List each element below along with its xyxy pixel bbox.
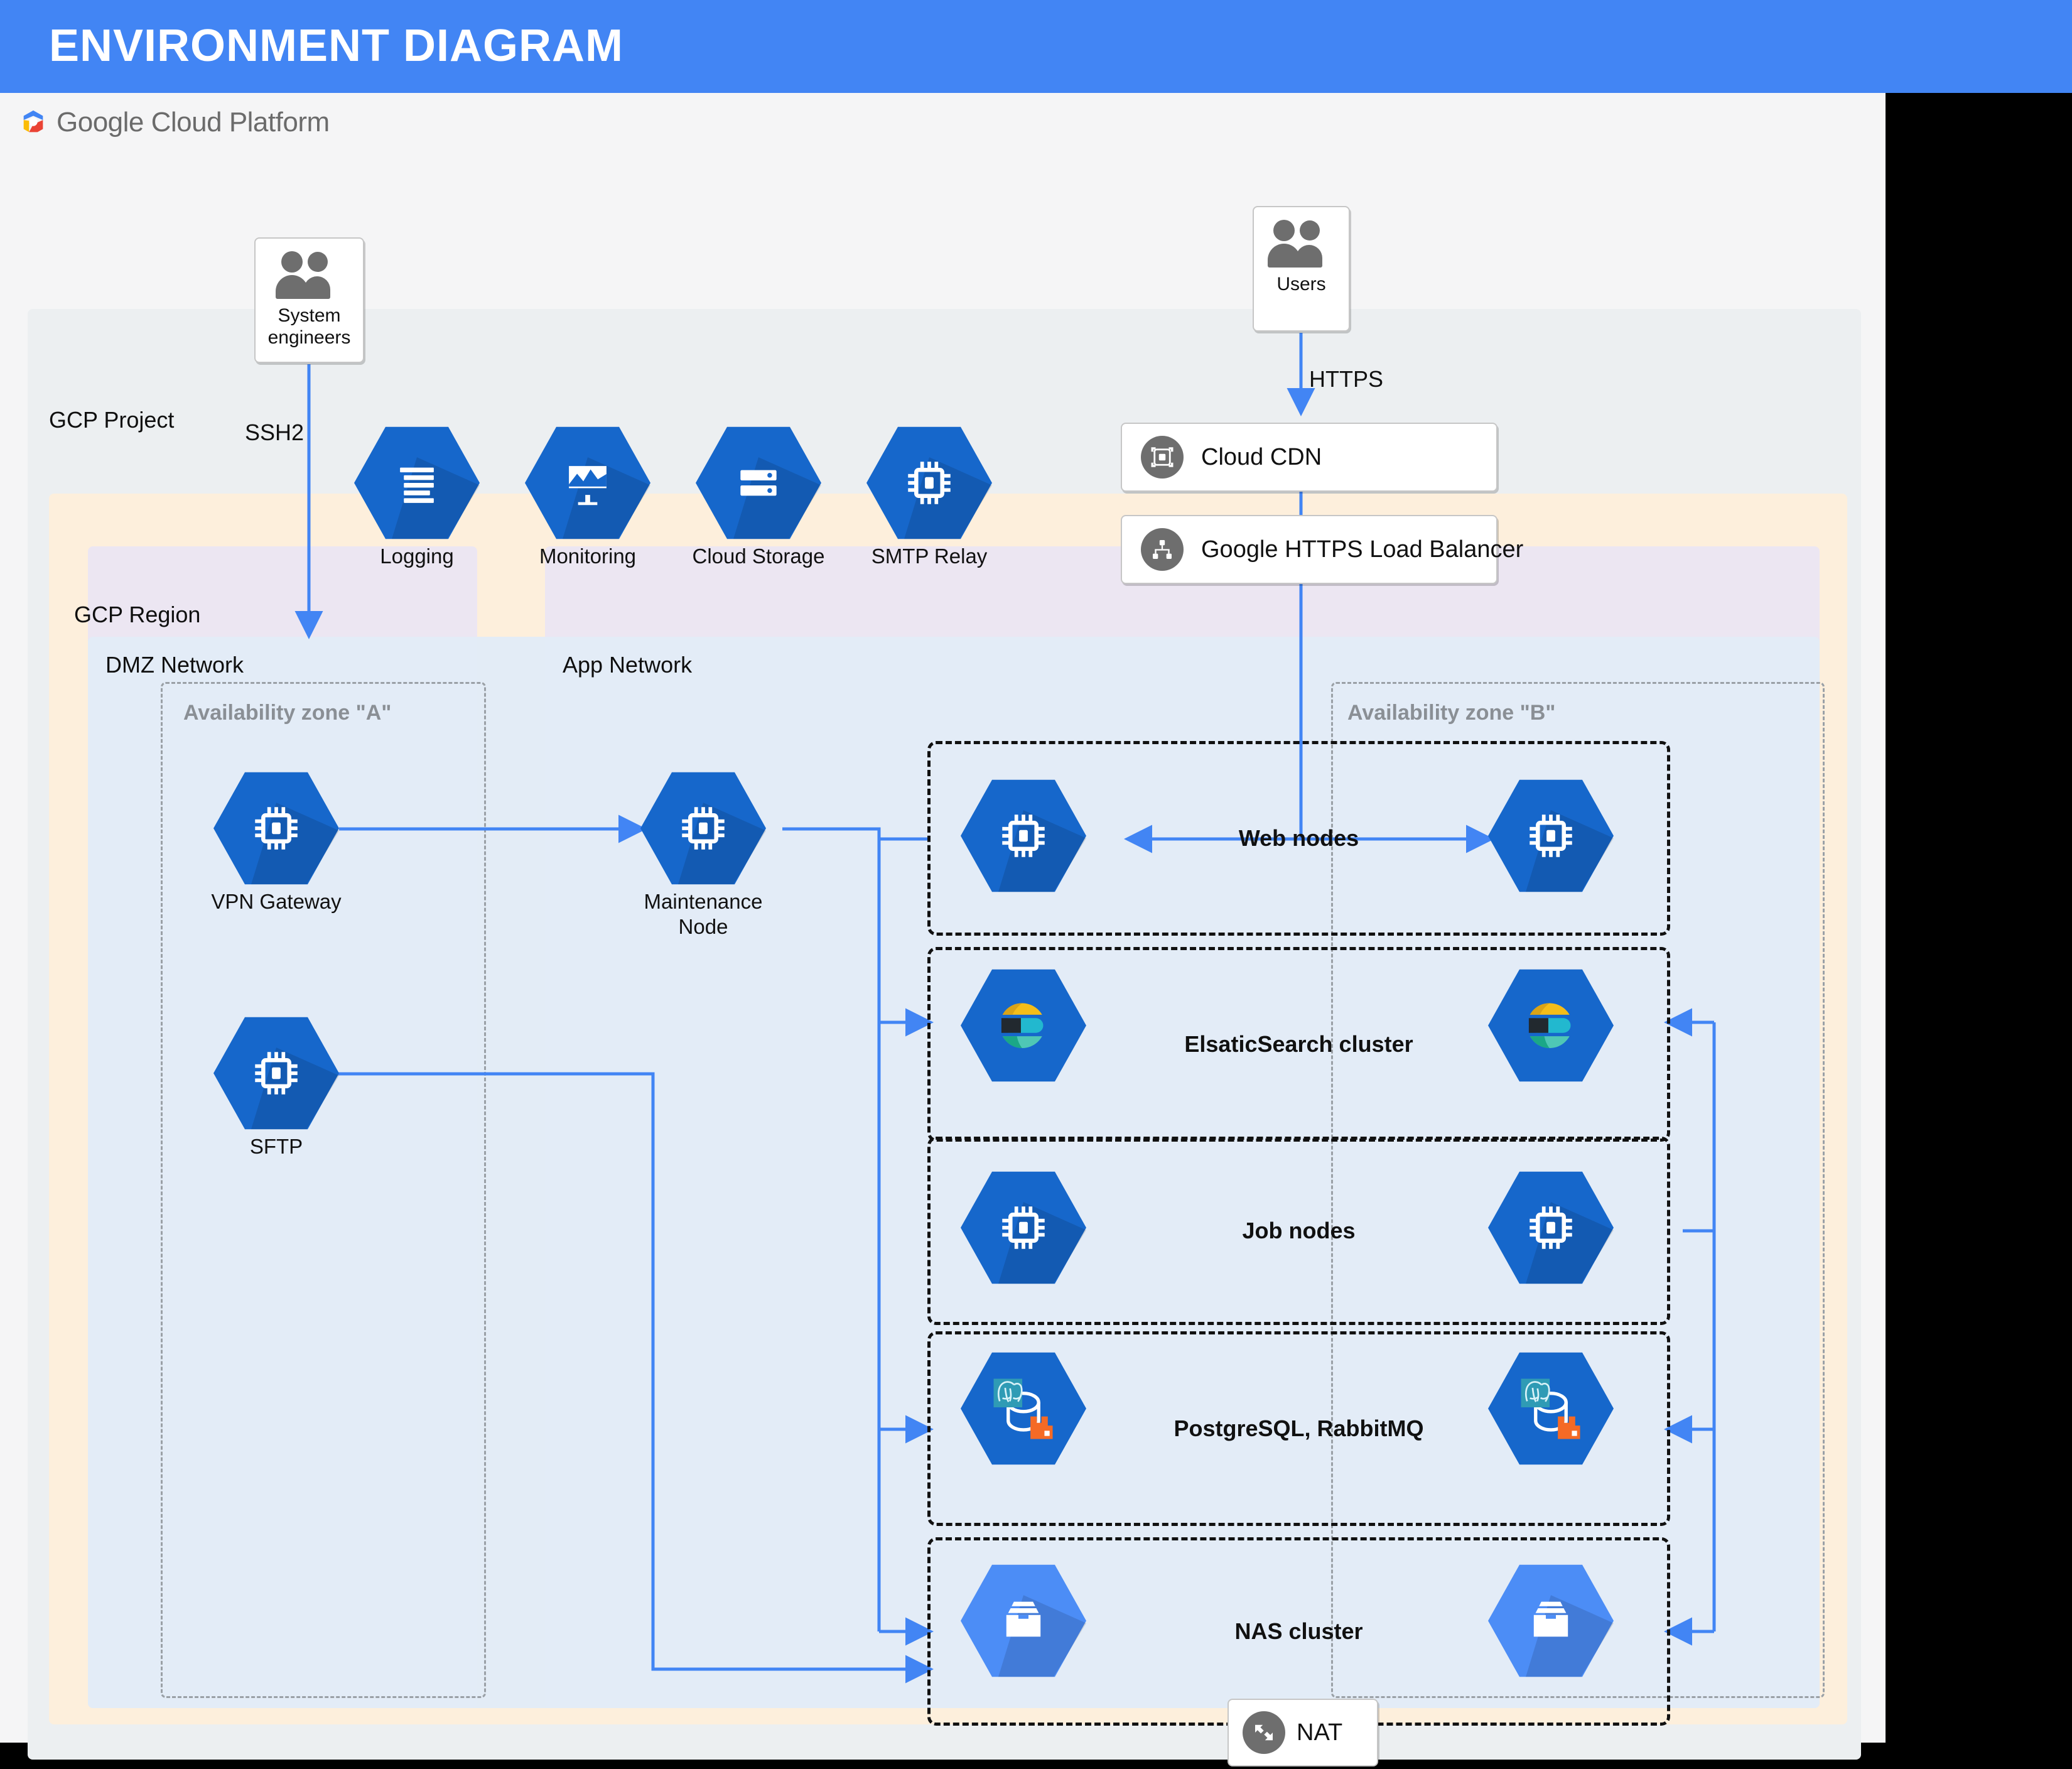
node-monitoring[interactable]: Monitoring	[525, 425, 650, 568]
cloud-cdn-label: Cloud CDN	[1201, 443, 1322, 470]
cloud-storage-label: Cloud Storage	[692, 544, 825, 568]
users-label: Users	[1276, 274, 1326, 295]
cpu-icon	[213, 770, 339, 887]
node-logging[interactable]: Logging	[354, 425, 480, 568]
node-web-b[interactable]	[1488, 777, 1614, 894]
nas-icon	[1488, 1562, 1614, 1679]
nas-icon	[961, 1562, 1086, 1679]
edge-label-ssh2: SSH2	[245, 419, 305, 445]
label-dmz-network: DMZ Network	[105, 652, 244, 678]
cpu-icon	[1488, 777, 1614, 894]
logo-google: Google	[57, 107, 144, 138]
logging-icon	[354, 425, 480, 541]
diagram-canvas: Google Cloud Platform GCP Project GCP Re…	[0, 93, 1886, 1766]
nas-cluster-label: NAS cluster	[1234, 1618, 1363, 1644]
cpu-icon	[961, 777, 1086, 894]
cpu-icon	[866, 425, 992, 541]
cpu-icon	[961, 1169, 1086, 1286]
cpu-icon	[640, 770, 766, 887]
postgres-rabbitmq-icon	[1488, 1350, 1614, 1467]
node-sftp[interactable]: SFTP	[213, 1015, 339, 1158]
node-maintenance[interactable]: Maintenance Node	[640, 770, 766, 938]
cloud-storage-icon	[696, 425, 821, 541]
node-postgres-rabbitmq-b[interactable]	[1488, 1350, 1614, 1467]
maintenance-node-label-line2: Node	[678, 914, 728, 938]
web-nodes-label: Web nodes	[1238, 825, 1359, 851]
nat-label: NAT	[1297, 1719, 1343, 1746]
node-web-a[interactable]	[961, 777, 1086, 894]
postgres-rabbitmq-icon	[961, 1350, 1086, 1467]
system-engineers-label-line2: engineers	[267, 327, 351, 348]
node-job-b[interactable]	[1488, 1169, 1614, 1286]
monitoring-icon	[525, 425, 650, 541]
job-nodes-label: Job nodes	[1242, 1218, 1356, 1243]
label-gcp-region: GCP Region	[74, 602, 201, 627]
logging-label: Logging	[380, 544, 454, 568]
node-job-a[interactable]	[961, 1169, 1086, 1286]
label-gcp-project: GCP Project	[49, 407, 175, 433]
load-balancer-icon	[1141, 528, 1184, 571]
maintenance-node-label-line1: Maintenance	[644, 890, 763, 913]
label-availability-zone-a: Availability zone "A"	[183, 701, 392, 725]
system-engineers-label-line1: System	[278, 305, 341, 326]
monitoring-label: Monitoring	[539, 544, 637, 568]
load-balancer-label: Google HTTPS Load Balancer	[1201, 536, 1524, 563]
sftp-label: SFTP	[249, 1135, 303, 1158]
postgresql-rabbitmq-label: PostgreSQL, RabbitMQ	[1174, 1415, 1424, 1441]
card-cloud-cdn[interactable]: Cloud CDN	[1121, 423, 1497, 492]
diagram-root: ENVIRONMENT DIAGRAM Google Cloud Platfor…	[0, 0, 2072, 1769]
people-icon	[275, 251, 344, 299]
node-postgres-rabbitmq-a[interactable]	[961, 1350, 1086, 1467]
cpu-icon	[1488, 1169, 1614, 1286]
page-title: ENVIRONMENT DIAGRAM	[49, 21, 623, 71]
node-vpn-gateway[interactable]: VPN Gateway	[211, 770, 342, 913]
cdn-icon	[1141, 436, 1184, 479]
card-users[interactable]: Users	[1253, 206, 1350, 332]
logo-text: Google Cloud Platform	[57, 107, 330, 138]
elasticsearch-cluster-label: ElsaticSearch cluster	[1184, 1031, 1413, 1057]
node-elasticsearch-a[interactable]	[961, 967, 1086, 1084]
title-bar: ENVIRONMENT DIAGRAM	[0, 0, 2072, 93]
card-system-engineers[interactable]: System engineers	[254, 237, 364, 363]
logo-cloud-platform: Cloud Platform	[151, 107, 330, 138]
card-load-balancer[interactable]: Google HTTPS Load Balancer	[1121, 515, 1523, 584]
node-cloud-storage[interactable]: Cloud Storage	[693, 425, 824, 568]
node-elasticsearch-b[interactable]	[1488, 967, 1614, 1084]
vpn-gateway-label: VPN Gateway	[211, 890, 342, 913]
cpu-icon	[213, 1015, 339, 1132]
elasticsearch-icon	[1488, 967, 1614, 1084]
smtp-relay-label: SMTP Relay	[871, 544, 988, 568]
gcp-hex-icon	[23, 110, 43, 133]
edge-label-https: HTTPS	[1309, 366, 1384, 392]
nat-icon	[1243, 1711, 1285, 1754]
node-smtp-relay[interactable]: SMTP Relay	[866, 425, 992, 568]
label-availability-zone-b: Availability zone "B"	[1347, 701, 1556, 725]
node-nas-a[interactable]	[961, 1562, 1086, 1679]
elasticsearch-icon	[961, 967, 1086, 1084]
google-cloud-platform-logo: Google Cloud Platform	[19, 107, 330, 138]
label-app-network: App Network	[563, 652, 693, 678]
card-nat[interactable]: NAT	[1228, 1699, 1378, 1766]
node-nas-b[interactable]	[1488, 1562, 1614, 1679]
people-icon	[1267, 220, 1336, 268]
